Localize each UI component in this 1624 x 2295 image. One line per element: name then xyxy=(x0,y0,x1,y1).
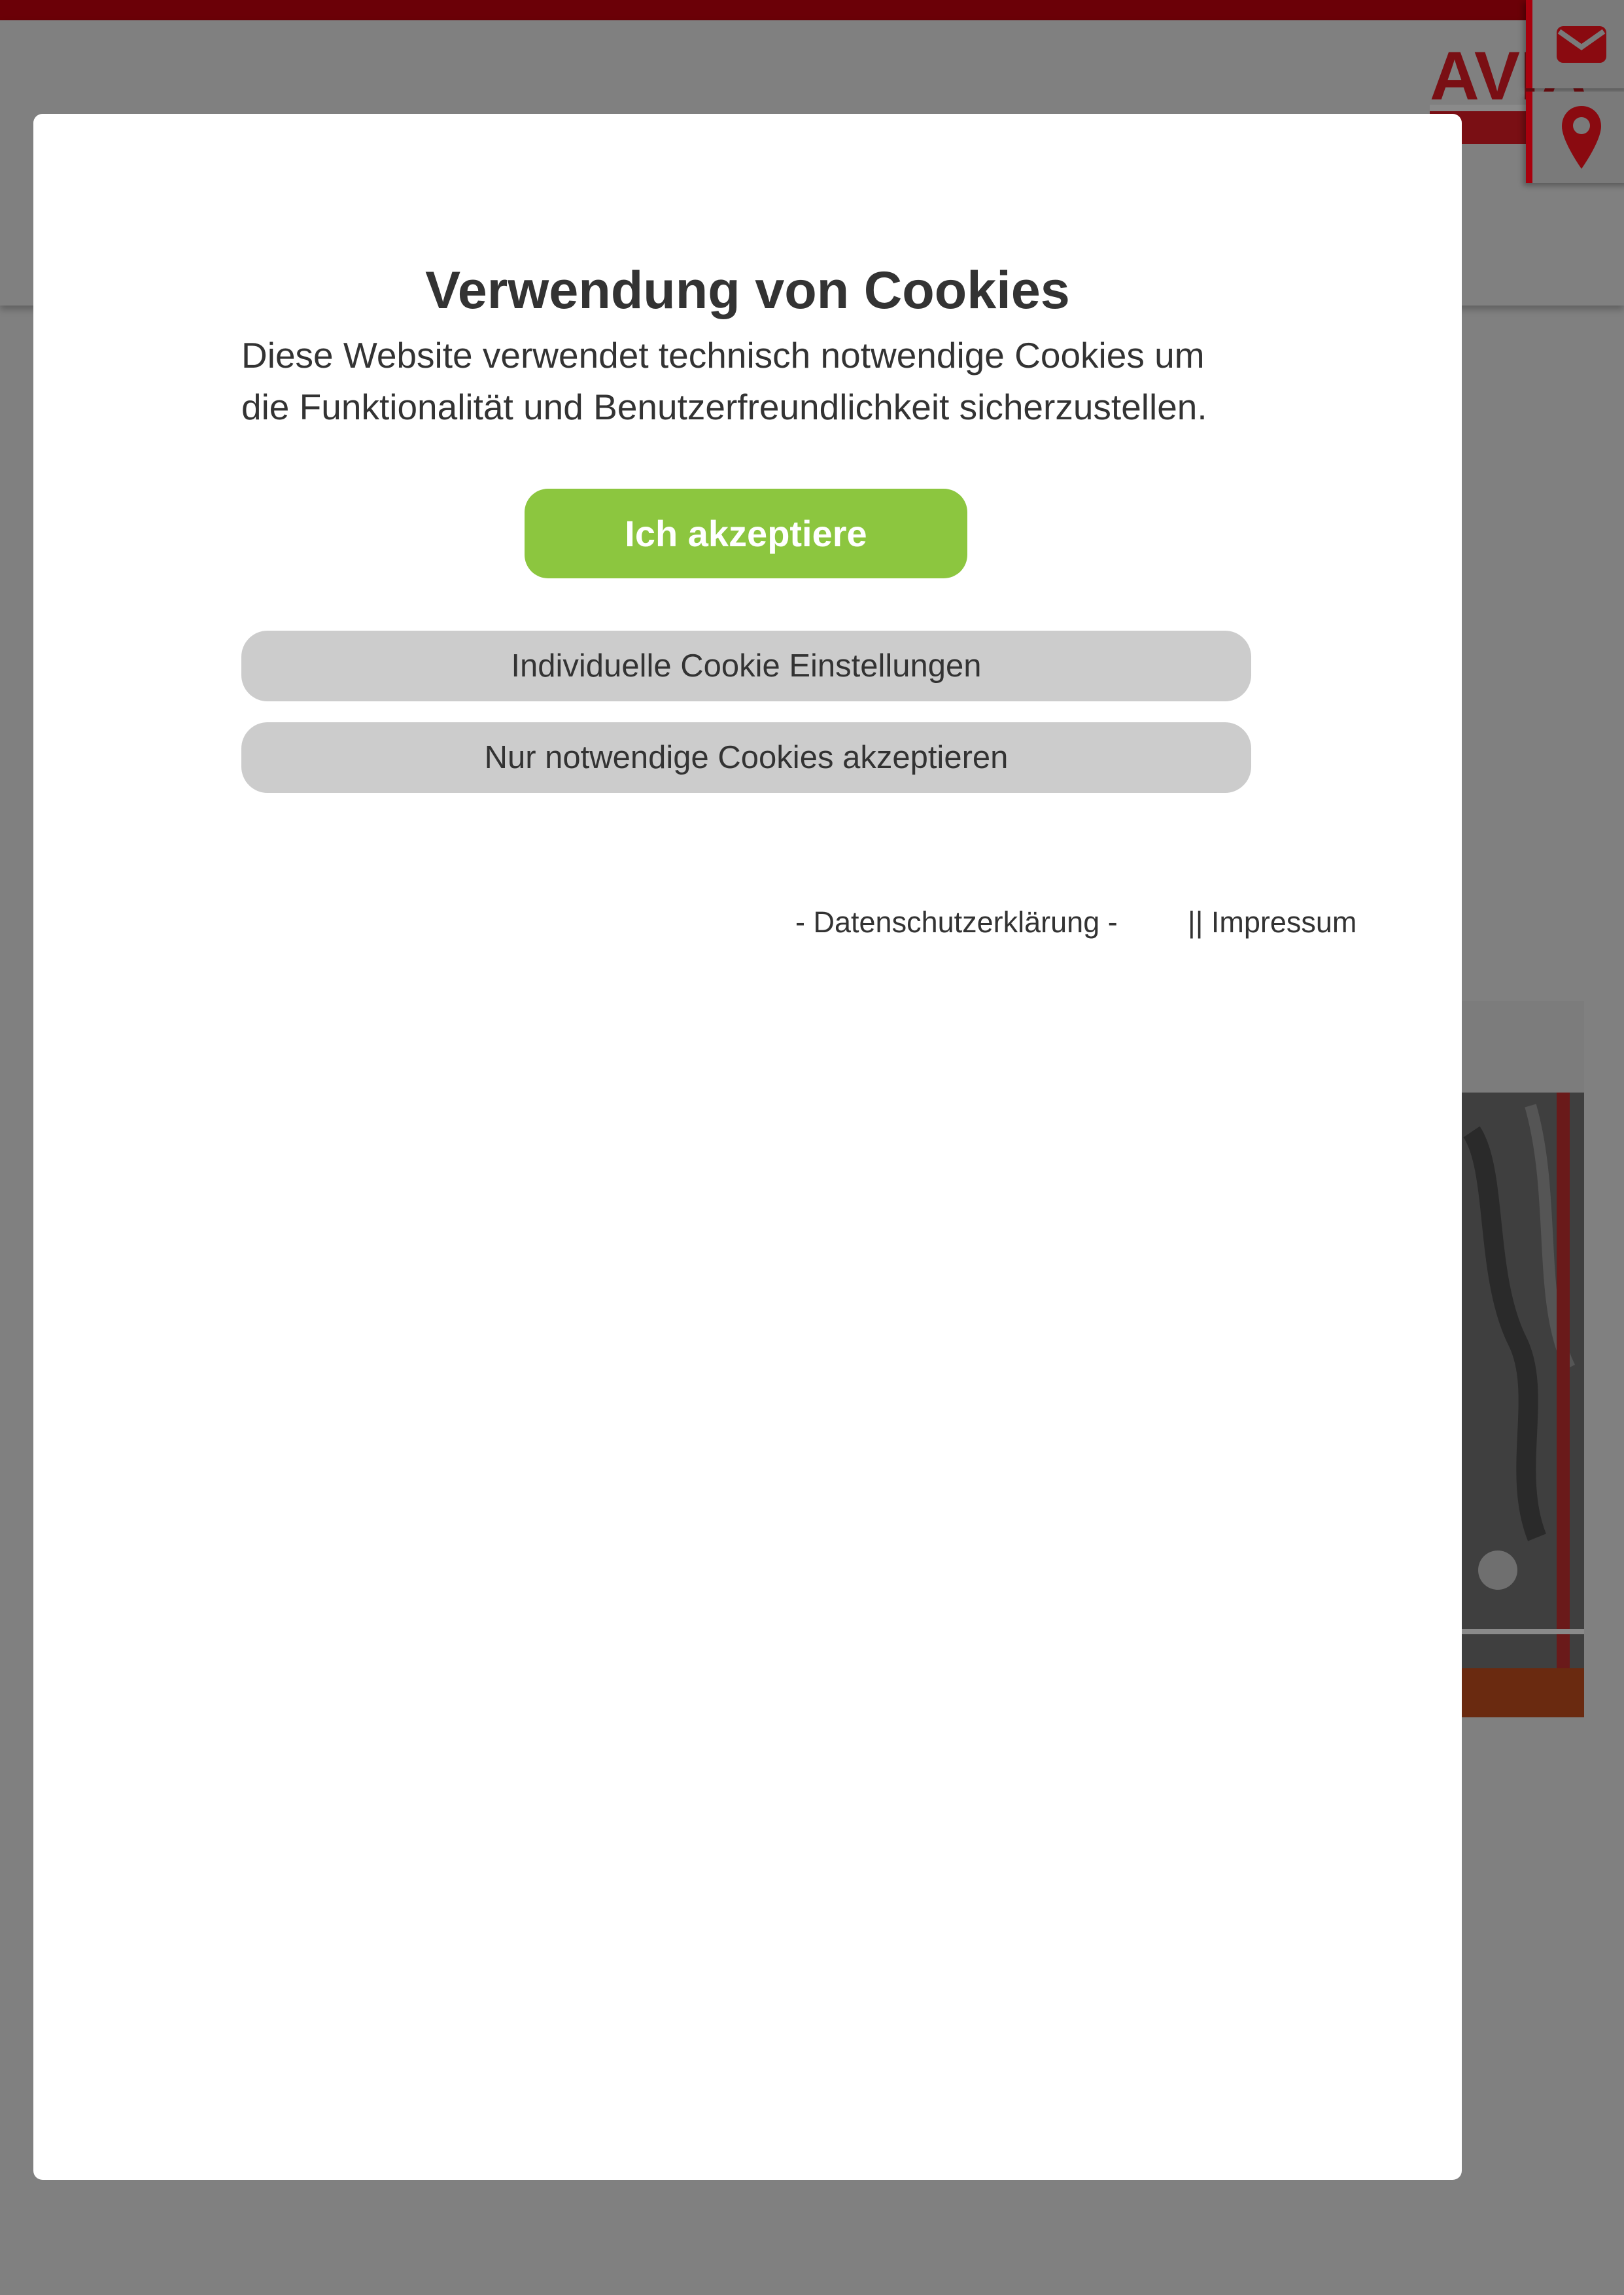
accept-button[interactable]: Ich akzeptiere xyxy=(525,489,967,578)
dialog-title: Verwendung von Cookies xyxy=(425,261,1070,320)
dialog-description-line: die Funktionalität und Benutzerfreundlic… xyxy=(241,387,1207,427)
only-necessary-button[interactable]: Nur notwendige Cookies akzeptieren xyxy=(241,722,1251,793)
dialog-description: Diese Website verwendet technisch notwen… xyxy=(241,330,1262,433)
individual-settings-button[interactable]: Individuelle Cookie Einstellungen xyxy=(241,631,1251,701)
mail-button[interactable] xyxy=(1526,0,1624,88)
top-bar xyxy=(0,0,1624,20)
envelope-icon xyxy=(1557,26,1606,63)
cookie-dialog: Verwendung von Cookies Diese Website ver… xyxy=(33,114,1462,2180)
location-button[interactable] xyxy=(1526,92,1624,183)
dialog-description-line: Diese Website verwendet technisch notwen… xyxy=(241,335,1205,376)
imprint-link[interactable]: || Impressum xyxy=(1188,903,1356,942)
background-photo xyxy=(1459,1001,1584,1717)
map-pin-icon xyxy=(1562,106,1601,169)
privacy-policy-link[interactable]: - Datenschutzerklärung - xyxy=(795,903,1118,942)
